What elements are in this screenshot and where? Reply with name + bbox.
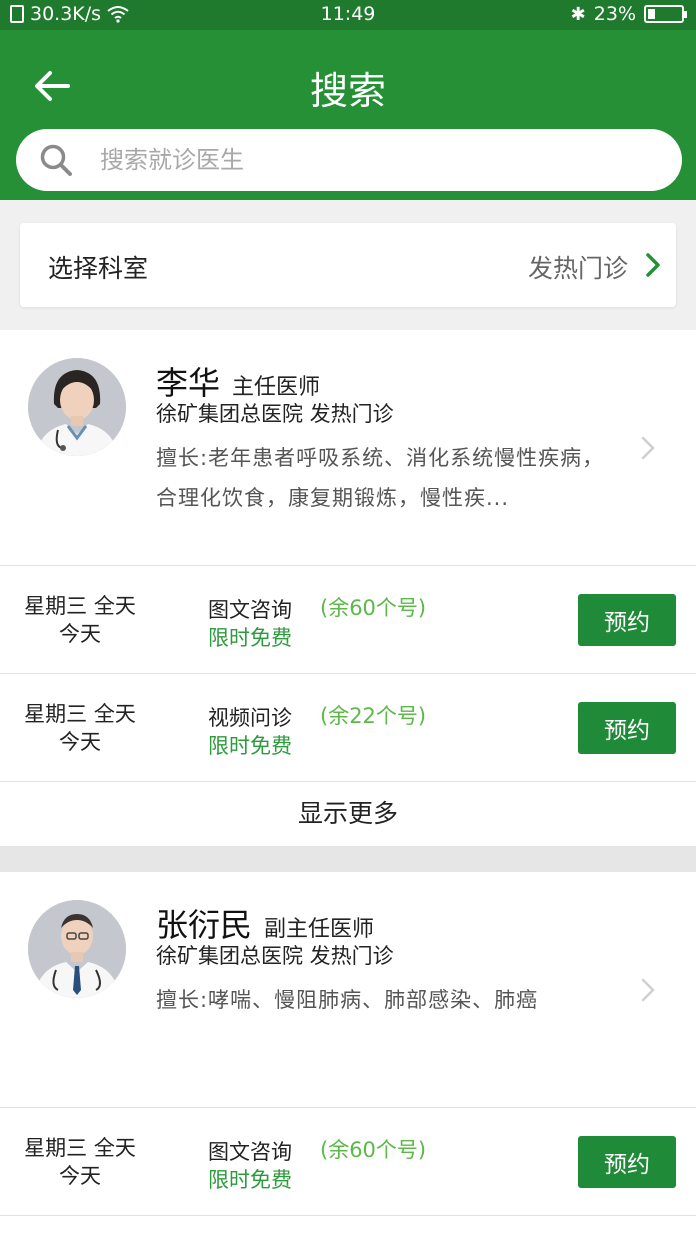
doctor-hospital: 徐矿集团总医院 发热门诊 [156,402,394,426]
doctor-specialty: 擅长:老年患者呼吸系统、消化系统慢性疾病，合理化饮食，康复期锻炼，慢性疾... [156,446,605,510]
schedule-slot: 星期三 全天 今天 图文咨询 (余60个号) 限时免费 预约 [0,1108,696,1216]
status-right: ✱ 23% [570,3,687,25]
doctor-specialty: 擅长:哮喘、慢阻肺病、肺部感染、肺癌 [156,988,539,1012]
department-value: 发热门诊 [527,254,628,283]
search-input[interactable] [100,139,660,181]
battery-percent: 23% [593,3,636,25]
battery-icon [644,5,687,23]
header: 搜索 [0,30,696,200]
doctor-avatar [28,900,126,998]
doctor-title: 副主任医师 [264,917,375,942]
schedule-slot: 星期三 全天 今天 图文咨询 (余60个号) 限时免费 预约 [0,566,696,674]
doctor-title: 主任医师 [232,375,321,400]
section-divider [0,846,696,872]
slot-date: 今天 [59,622,101,646]
book-button[interactable]: 预约 [578,702,676,754]
doctor-card: 张衍民 副主任医师 徐矿集团总医院 发热门诊 擅长:哮喘、慢阻肺病、肺部感染、肺… [0,872,696,1240]
slot-type: 图文咨询 [208,1140,292,1164]
slot-remaining: (余22个号) [320,704,427,728]
slot-date: 今天 [59,1164,101,1188]
slot-day: 星期三 全天 今天 [20,592,140,648]
screen: 30.3K/s 11:49 ✱ 23% 搜索 搜索就诊医生 选择科室 发热门诊 … [0,0,696,1240]
department-label: 选择科室 [48,254,149,283]
slot-weekday: 星期三 全天 [24,702,136,726]
slot-date: 今天 [59,730,101,754]
status-bar: 30.3K/s 11:49 ✱ 23% [0,0,696,30]
chevron-right-icon [641,436,655,460]
slot-weekday: 星期三 全天 [24,594,136,618]
doctor-info[interactable]: 张衍民 副主任医师 徐矿集团总医院 发热门诊 擅长:哮喘、慢阻肺病、肺部感染、肺… [0,872,696,1108]
battery-fill [648,9,656,19]
slot-day: 星期三 全天 今天 [20,700,140,756]
schedule-slot: 星期三 全天 今天 视频问诊 (余22个号) 限时免费 预约 [0,674,696,782]
slot-type: 视频问诊 [208,706,292,730]
slot-type: 图文咨询 [208,598,292,622]
slot-day: 星期三 全天 今天 [20,1134,140,1190]
show-more-button[interactable]: 显示更多 [0,782,696,846]
search-icon [40,144,72,176]
department-selector[interactable]: 选择科室 发热门诊 [20,223,676,307]
bluetooth-icon: ✱ [570,3,586,25]
slot-weekday: 星期三 全天 [24,1136,136,1160]
chevron-right-icon [646,253,660,277]
chevron-right-icon [641,978,655,1002]
slot-remaining: (余60个号) [320,1138,427,1162]
slot-remaining: (余60个号) [320,596,427,620]
slot-price: 限时免费 [208,734,292,758]
book-button[interactable]: 预约 [578,594,676,646]
search-bar[interactable] [16,129,682,191]
doctor-avatar [28,358,126,456]
doctor-card: 李华 主任医师 徐矿集团总医院 发热门诊 擅长:老年患者呼吸系统、消化系统慢性疾… [0,330,696,846]
doctor-hospital: 徐矿集团总医院 发热门诊 [156,944,394,968]
slot-price: 限时免费 [208,626,292,650]
doctor-info[interactable]: 李华 主任医师 徐矿集团总医院 发热门诊 擅长:老年患者呼吸系统、消化系统慢性疾… [0,330,696,566]
book-button[interactable]: 预约 [578,1136,676,1188]
page-title: 搜索 [309,69,386,113]
slot-price: 限时免费 [208,1168,292,1192]
